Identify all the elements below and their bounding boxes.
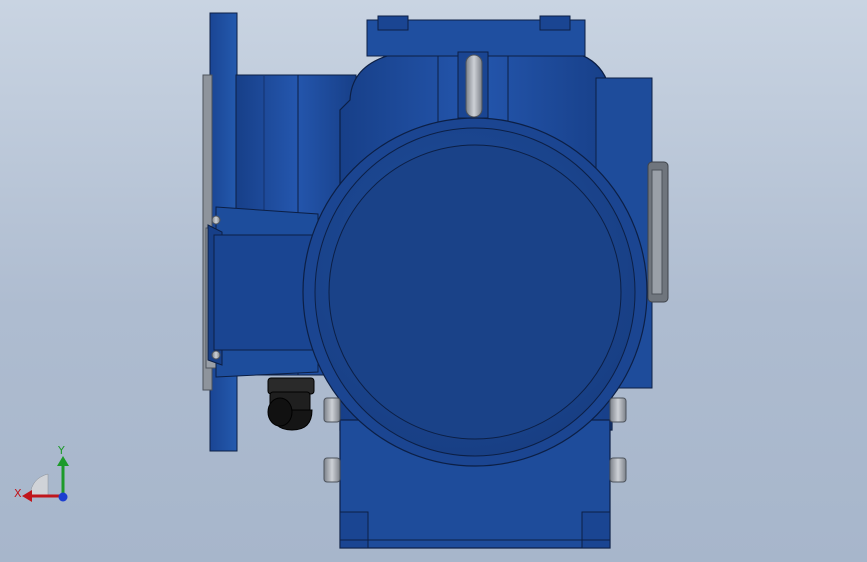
- gear-reducer-model[interactable]: [0, 0, 867, 562]
- x-axis-label: X: [14, 487, 22, 500]
- round-end-cover: [302, 117, 648, 467]
- output-seal: [647, 161, 669, 303]
- orientation-triad: Y X: [14, 444, 69, 502]
- z-axis-icon: [58, 492, 68, 502]
- cad-viewport[interactable]: Y X: [0, 0, 867, 562]
- triad-plane-icon: [29, 473, 49, 497]
- motor-adapter: [207, 206, 319, 378]
- cable-gland: [267, 377, 315, 431]
- lifting-eye: [457, 51, 489, 119]
- y-axis-label: Y: [57, 444, 65, 457]
